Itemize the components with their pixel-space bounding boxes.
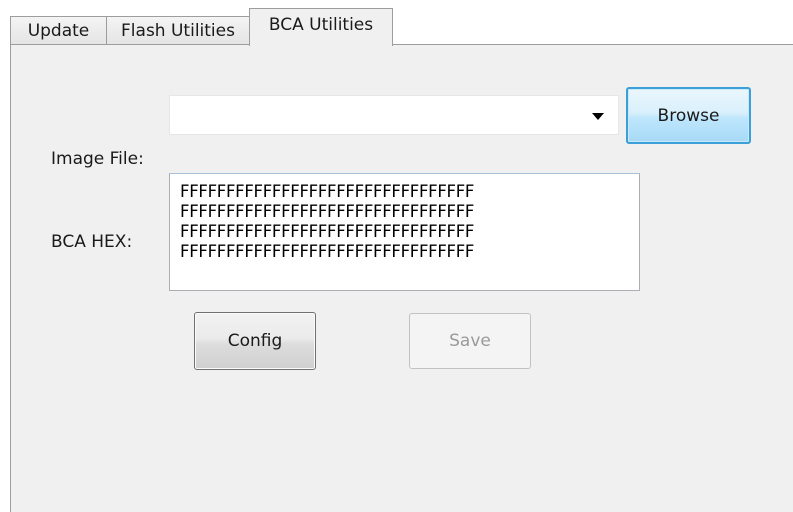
tab-update[interactable]: Update xyxy=(10,16,107,45)
tab-flash-utilities-label: Flash Utilities xyxy=(121,21,235,41)
bca-hex-line: FFFFFFFFFFFFFFFFFFFFFFFFFFFFFFFF xyxy=(180,202,475,221)
save-button[interactable]: Save xyxy=(409,313,531,369)
config-button[interactable]: Config xyxy=(194,312,316,370)
bca-hex-line: FFFFFFFFFFFFFFFFFFFFFFFFFFFFFFFF xyxy=(180,182,475,201)
image-file-combobox[interactable] xyxy=(169,95,619,135)
save-button-label: Save xyxy=(449,331,491,351)
tab-flash-utilities[interactable]: Flash Utilities xyxy=(106,16,250,45)
browse-button-label: Browse xyxy=(657,105,720,126)
tab-bca-utilities[interactable]: BCA Utilities xyxy=(249,8,393,46)
bca-hex-line: FFFFFFFFFFFFFFFFFFFFFFFFFFFFFFFF xyxy=(180,242,475,261)
app-window: Update Flash Utilities BCA Utilities Ima… xyxy=(0,0,793,512)
tab-bca-utilities-label: BCA Utilities xyxy=(268,14,374,35)
config-button-label: Config xyxy=(227,331,283,351)
tab-update-label: Update xyxy=(27,21,90,41)
bca-utilities-panel: Image File: Browse BCA HEX: FFFFFFFFFFFF… xyxy=(10,44,793,512)
bca-hex-label: BCA HEX: xyxy=(51,232,133,252)
browse-button[interactable]: Browse xyxy=(626,87,751,144)
dropdown-arrow-icon[interactable] xyxy=(592,113,604,120)
bca-hex-textarea[interactable]: FFFFFFFFFFFFFFFFFFFFFFFFFFFFFFFF FFFFFFF… xyxy=(169,173,640,291)
bca-hex-line: FFFFFFFFFFFFFFFFFFFFFFFFFFFFFFFF xyxy=(180,222,475,241)
image-file-label: Image File: xyxy=(51,149,144,169)
